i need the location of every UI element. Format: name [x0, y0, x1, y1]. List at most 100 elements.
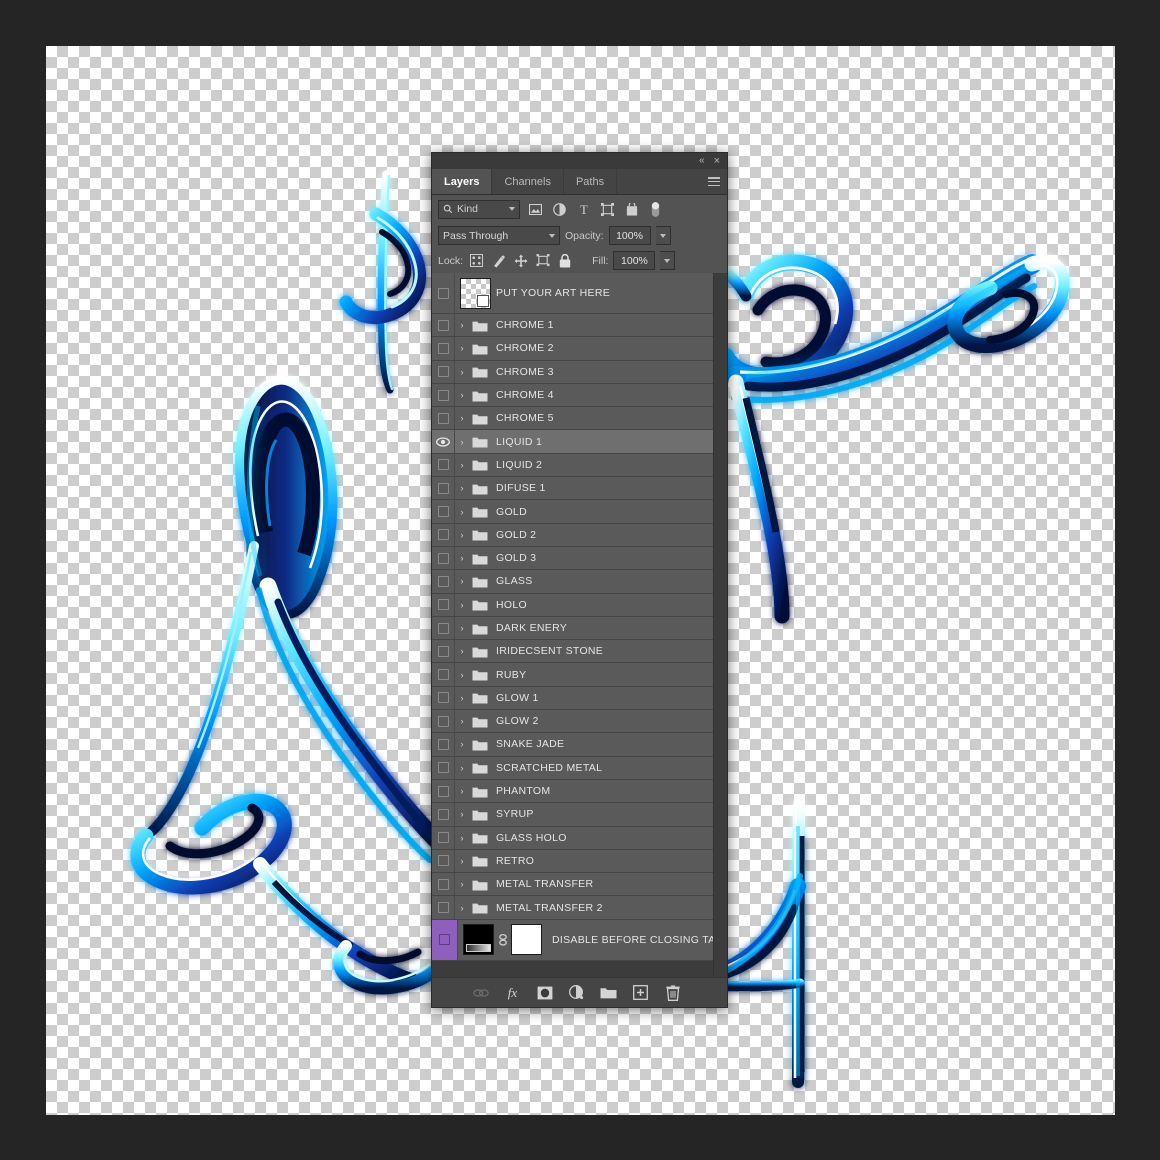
- layer-visibility-toggle[interactable]: [432, 570, 455, 593]
- group-expand-chevron-icon[interactable]: ›: [455, 739, 469, 749]
- layer-row[interactable]: › GOLD: [432, 500, 714, 524]
- group-expand-chevron-icon[interactable]: ›: [455, 670, 469, 680]
- layer-thumbnail[interactable]: [463, 924, 494, 956]
- layer-row[interactable]: › GOLD 3: [432, 546, 714, 571]
- layer-visibility-toggle[interactable]: [432, 273, 455, 313]
- new-group-icon[interactable]: [600, 984, 618, 1002]
- smart-object-filter-icon[interactable]: [623, 201, 640, 218]
- layer-row[interactable]: PUT YOUR ART HERE: [432, 273, 714, 314]
- group-expand-chevron-icon[interactable]: ›: [455, 320, 469, 330]
- lock-artboard-nesting-icon[interactable]: [534, 252, 551, 269]
- layer-row[interactable]: › HOLO: [432, 593, 714, 617]
- layer-visibility-toggle[interactable]: [432, 733, 455, 756]
- panel-menu-icon[interactable]: [701, 169, 727, 194]
- layer-visibility-toggle[interactable]: [432, 383, 455, 407]
- layer-row[interactable]: › RUBY: [432, 663, 714, 687]
- group-expand-chevron-icon[interactable]: ›: [455, 576, 469, 586]
- group-expand-chevron-icon[interactable]: ›: [455, 553, 469, 563]
- layer-visibility-toggle[interactable]: [432, 849, 455, 873]
- group-expand-chevron-icon[interactable]: ›: [455, 646, 469, 656]
- layer-visibility-toggle[interactable]: [432, 640, 455, 663]
- tab-channels[interactable]: Channels: [492, 169, 564, 194]
- group-expand-chevron-icon[interactable]: ›: [455, 367, 469, 377]
- new-layer-icon[interactable]: [632, 984, 650, 1002]
- opacity-stepper[interactable]: [655, 226, 671, 245]
- layer-row[interactable]: › CHROME 3: [432, 360, 714, 384]
- layer-color-label[interactable]: [432, 919, 458, 960]
- layer-row[interactable]: › SYRUP: [432, 803, 714, 827]
- fill-input[interactable]: 100%: [613, 251, 656, 270]
- adjustment-layer-filter-icon[interactable]: [551, 201, 568, 218]
- layer-row[interactable]: › SNAKE JADE: [432, 733, 714, 757]
- layer-row[interactable]: › METAL TRANSFER 2: [432, 896, 714, 920]
- layer-row[interactable]: › LIQUID 2: [432, 453, 714, 478]
- layer-row[interactable]: › GLOW 2: [432, 710, 714, 734]
- layer-row[interactable]: › CHROME 4: [432, 383, 714, 408]
- filter-kind-dropdown[interactable]: Kind: [438, 199, 520, 219]
- layer-row[interactable]: › CHROME 1: [432, 314, 714, 338]
- layer-row[interactable]: › DARK ENERY: [432, 616, 714, 641]
- layers-panel[interactable]: « × Layers Channels Paths Kind T Pass Th…: [431, 152, 728, 1008]
- group-expand-chevron-icon[interactable]: ›: [455, 413, 469, 423]
- layer-visibility-toggle[interactable]: [432, 803, 455, 826]
- layer-row[interactable]: › IRIDECSENT STONE: [432, 640, 714, 664]
- layer-row[interactable]: › SCRATCHED METAL: [432, 756, 714, 780]
- layer-visibility-toggle[interactable]: [432, 337, 455, 360]
- group-expand-chevron-icon[interactable]: ›: [455, 763, 469, 773]
- opacity-input[interactable]: 100%: [608, 226, 651, 245]
- lock-position-icon[interactable]: [512, 252, 529, 269]
- layer-visibility-toggle[interactable]: [432, 360, 455, 383]
- layer-visibility-toggle[interactable]: [432, 756, 455, 779]
- group-expand-chevron-icon[interactable]: ›: [455, 809, 469, 819]
- layer-row[interactable]: › CHROME 5: [432, 407, 714, 431]
- group-expand-chevron-icon[interactable]: ›: [455, 460, 469, 470]
- layer-row[interactable]: › GLASS: [432, 570, 714, 594]
- shape-layer-filter-icon[interactable]: [599, 201, 616, 218]
- layer-row[interactable]: › GLOW 1: [432, 686, 714, 711]
- layer-visibility-toggle[interactable]: [432, 523, 455, 546]
- group-expand-chevron-icon[interactable]: ›: [455, 343, 469, 353]
- layer-visibility-toggle[interactable]: [432, 686, 455, 710]
- layer-visibility-toggle[interactable]: [432, 430, 455, 453]
- layer-visibility-toggle[interactable]: [432, 407, 455, 430]
- lock-all-icon[interactable]: [556, 252, 573, 269]
- layer-thumbnail[interactable]: [460, 277, 491, 309]
- close-panel-icon[interactable]: ×: [714, 155, 720, 167]
- layer-visibility-toggle[interactable]: [432, 826, 455, 849]
- pixel-layer-filter-icon[interactable]: [527, 201, 544, 218]
- layer-visibility-toggle[interactable]: [432, 873, 455, 896]
- tab-paths[interactable]: Paths: [564, 169, 618, 194]
- layer-row[interactable]: › RETRO: [432, 849, 714, 874]
- layer-row[interactable]: › DIFUSE 1: [432, 477, 714, 501]
- layer-visibility-toggle[interactable]: [432, 896, 455, 919]
- layer-visibility-toggle[interactable]: [432, 593, 455, 616]
- layer-visibility-toggle[interactable]: [432, 779, 455, 803]
- lock-transparent-pixels-icon[interactable]: [468, 252, 485, 269]
- layer-list-scrollbar[interactable]: [713, 273, 727, 977]
- layer-row[interactable]: › LIQUID 1: [432, 430, 714, 454]
- layer-row[interactable]: › GOLD 2: [432, 523, 714, 547]
- layer-row[interactable]: › CHROME 2: [432, 337, 714, 361]
- add-layer-mask-icon[interactable]: [536, 984, 554, 1002]
- layer-visibility-toggle[interactable]: [432, 477, 455, 500]
- layer-visibility-toggle[interactable]: [432, 616, 455, 640]
- mask-link-icon[interactable]: [496, 933, 509, 947]
- group-expand-chevron-icon[interactable]: ›: [455, 716, 469, 726]
- layer-row[interactable]: › GLASS HOLO: [432, 826, 714, 850]
- layer-visibility-toggle[interactable]: [432, 710, 455, 733]
- group-expand-chevron-icon[interactable]: ›: [455, 903, 469, 913]
- lock-image-pixels-icon[interactable]: [490, 252, 507, 269]
- group-expand-chevron-icon[interactable]: ›: [455, 530, 469, 540]
- group-expand-chevron-icon[interactable]: ›: [455, 833, 469, 843]
- group-expand-chevron-icon[interactable]: ›: [455, 483, 469, 493]
- layer-visibility-toggle[interactable]: [432, 314, 455, 337]
- layer-visibility-toggle[interactable]: [432, 663, 455, 686]
- new-adjustment-layer-icon[interactable]: [568, 984, 586, 1002]
- layer-mask-thumbnail[interactable]: [511, 924, 542, 956]
- layer-visibility-toggle[interactable]: [432, 500, 455, 523]
- layer-row[interactable]: DISABLE BEFORE CLOSING TAB: [432, 919, 714, 961]
- layer-visibility-toggle[interactable]: [432, 546, 455, 570]
- group-expand-chevron-icon[interactable]: ›: [455, 437, 469, 447]
- type-layer-filter-icon[interactable]: T: [575, 201, 592, 218]
- filter-toggle-switch[interactable]: [647, 201, 664, 218]
